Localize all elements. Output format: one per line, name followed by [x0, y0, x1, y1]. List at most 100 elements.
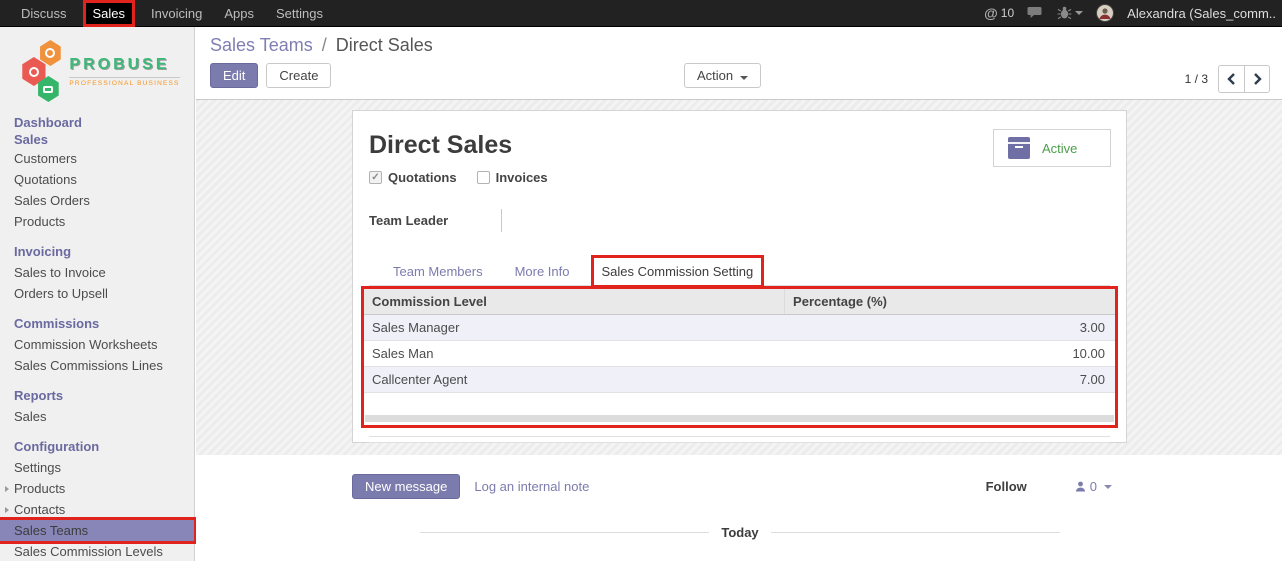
log-internal-note-link[interactable]: Log an internal note: [474, 479, 589, 494]
sidebar-item-sales-commission-levels[interactable]: Sales Commission Levels: [0, 541, 194, 562]
table-row[interactable]: Sales Man 10.00: [364, 341, 1115, 367]
sidebar-header-reports: Reports: [0, 386, 194, 406]
action-dropdown-button[interactable]: Action: [684, 63, 761, 88]
sidebar-item-sales-commissions-lines[interactable]: Sales Commissions Lines: [0, 355, 194, 376]
app-sidebar: PROBUSE PROFESSIONAL BUSINESS Dashboard …: [0, 27, 195, 561]
cell-level[interactable]: Sales Manager: [364, 315, 785, 341]
cell-level[interactable]: Callcenter Agent: [364, 367, 785, 393]
followers-dropdown[interactable]: 0: [1075, 479, 1112, 494]
sidebar-item-dashboard[interactable]: Dashboard: [0, 114, 194, 131]
team-leader-value[interactable]: [502, 209, 1110, 232]
today-divider: Today: [420, 525, 1060, 540]
sidebar-item-products[interactable]: Products: [0, 211, 194, 232]
pager-value: 1 / 3: [1185, 72, 1208, 86]
table-header-row: Commission Level Percentage (%): [364, 289, 1115, 315]
column-commission-level[interactable]: Commission Level: [364, 289, 785, 315]
sidebar-item-sales-teams[interactable]: Sales Teams: [0, 520, 194, 541]
cell-level[interactable]: Sales Man: [364, 341, 785, 367]
sidebar-item-label: Contacts: [14, 502, 65, 517]
expand-caret-icon[interactable]: [5, 507, 9, 513]
mention-icon: @: [984, 5, 998, 21]
menu-settings[interactable]: Settings: [265, 2, 334, 25]
control-panel: Sales Teams / Direct Sales Edit Create A…: [196, 27, 1282, 100]
expand-caret-icon[interactable]: [5, 486, 9, 492]
sidebar-item-sales-orders[interactable]: Sales Orders: [0, 190, 194, 211]
notebook-tabs: Team Members More Info Sales Commission …: [369, 258, 1110, 286]
sidebar-item-sales-to-invoice[interactable]: Sales to Invoice: [0, 262, 194, 283]
commission-table: Commission Level Percentage (%) Sales Ma…: [364, 289, 1115, 414]
quotations-label: Quotations: [388, 170, 457, 185]
pager-next-button[interactable]: [1244, 65, 1270, 93]
topbar-right-tools: @ 10 Alexandra (Sales_comm..: [984, 4, 1282, 22]
sidebar-item-orders-to-upsell[interactable]: Orders to Upsell: [0, 283, 194, 304]
user-avatar[interactable]: [1096, 4, 1114, 22]
table-row[interactable]: Callcenter Agent 7.00: [364, 367, 1115, 393]
follower-count: 0: [1090, 479, 1097, 494]
sidebar-item-quotations[interactable]: Quotations: [0, 169, 194, 190]
tab-more-info[interactable]: More Info: [507, 258, 578, 285]
action-caret-icon: [740, 76, 748, 80]
sidebar-item-config-products[interactable]: Products: [0, 478, 194, 499]
tab-team-members[interactable]: Team Members: [385, 258, 491, 285]
breadcrumb-current: Direct Sales: [336, 35, 433, 55]
sheet-separator: [369, 436, 1110, 437]
create-button[interactable]: Create: [266, 63, 331, 88]
chat-bubble-icon[interactable]: [1027, 6, 1044, 20]
cell-percentage[interactable]: 10.00: [785, 341, 1115, 367]
new-message-button[interactable]: New message: [352, 474, 460, 499]
brand-name: PROBUSE: [69, 56, 169, 74]
sidebar-header-invoicing: Invoicing: [0, 242, 194, 262]
sidebar-item-settings[interactable]: Settings: [0, 457, 194, 478]
sidebar-item-reports-sales[interactable]: Sales: [0, 406, 194, 427]
tab-sales-commission-setting[interactable]: Sales Commission Setting: [594, 258, 762, 285]
top-navbar: Discuss Sales Invoicing Apps Settings @ …: [0, 0, 1282, 27]
sheet-separator: [369, 442, 1110, 443]
sidebar-item-customers[interactable]: Customers: [0, 148, 194, 169]
menu-apps[interactable]: Apps: [213, 2, 265, 25]
sidebar-item-label: Products: [14, 481, 65, 496]
user-menu[interactable]: Alexandra (Sales_comm..: [1127, 6, 1276, 21]
table-empty-row[interactable]: [364, 393, 1115, 414]
mention-count: 10: [1001, 6, 1014, 20]
debug-bug-icon[interactable]: [1057, 6, 1083, 20]
horizontal-scrollbar[interactable]: [365, 415, 1114, 422]
team-leader-field-row: Team Leader: [369, 209, 1110, 232]
debug-caret-icon: [1075, 11, 1083, 15]
breadcrumb-separator: /: [322, 35, 327, 55]
breadcrumb: Sales Teams / Direct Sales: [210, 35, 433, 56]
menu-sales[interactable]: Sales: [86, 3, 133, 24]
follower-person-icon: [1075, 481, 1086, 492]
mention-counter[interactable]: @ 10: [984, 5, 1014, 21]
followers-caret-icon: [1104, 485, 1112, 489]
active-label: Active: [1042, 141, 1077, 156]
type-checkboxes: Quotations Invoices: [369, 170, 1110, 185]
form-sheet: Active Direct Sales Quotations Invoices …: [352, 110, 1127, 443]
invoices-label: Invoices: [496, 170, 548, 185]
cell-percentage[interactable]: 7.00: [785, 367, 1115, 393]
team-leader-label: Team Leader: [369, 209, 502, 232]
sidebar-item-config-contacts[interactable]: Contacts: [0, 499, 194, 520]
follow-button[interactable]: Follow: [986, 479, 1027, 494]
menu-discuss[interactable]: Discuss: [10, 2, 78, 25]
action-label: Action: [697, 68, 733, 83]
column-percentage[interactable]: Percentage (%): [785, 289, 1115, 315]
today-label: Today: [721, 525, 758, 540]
record-pager: 1 / 3: [1185, 65, 1270, 93]
active-stat-button[interactable]: Active: [993, 129, 1111, 167]
cell-percentage[interactable]: 3.00: [785, 315, 1115, 341]
breadcrumb-sales-teams-link[interactable]: Sales Teams: [210, 35, 313, 55]
brand-logo: PROBUSE PROFESSIONAL BUSINESS: [0, 27, 194, 114]
sidebar-header-configuration: Configuration: [0, 437, 194, 457]
menu-invoicing[interactable]: Invoicing: [140, 2, 213, 25]
invoices-checkbox[interactable]: [477, 171, 490, 184]
edit-button[interactable]: Edit: [210, 63, 258, 88]
chatter-toolbar: New message Log an internal note Follow …: [196, 455, 1282, 499]
sidebar-item-commission-worksheets[interactable]: Commission Worksheets: [0, 334, 194, 355]
chatter: New message Log an internal note Follow …: [196, 455, 1282, 561]
sidebar-item-sales[interactable]: Sales: [0, 131, 194, 148]
pager-previous-button[interactable]: [1218, 65, 1244, 93]
archive-box-icon: [1008, 137, 1030, 159]
commission-table-annotation: Commission Level Percentage (%) Sales Ma…: [361, 286, 1118, 428]
table-row[interactable]: Sales Manager 3.00: [364, 315, 1115, 341]
quotations-checkbox[interactable]: [369, 171, 382, 184]
